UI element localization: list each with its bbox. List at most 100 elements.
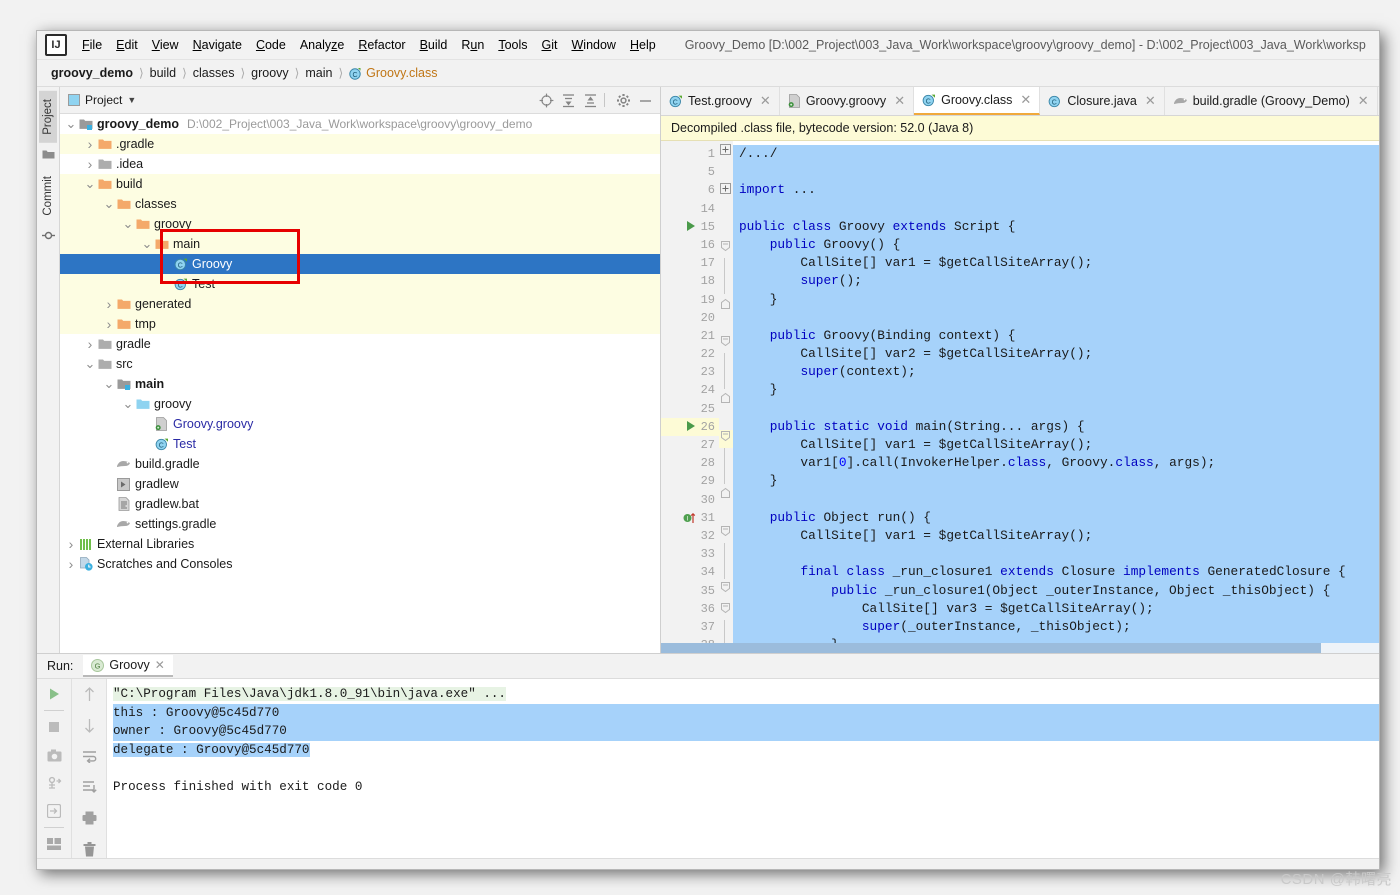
menu-item-navigate[interactable]: Navigate [186, 35, 249, 55]
menu-item-refactor[interactable]: Refactor [351, 35, 412, 55]
code-line[interactable]: } [733, 381, 1379, 400]
menu-item-tools[interactable]: Tools [491, 35, 534, 55]
tree-node--gradle[interactable]: › .gradle [60, 134, 660, 154]
code-line[interactable]: public _run_closure1(Object _outerInstan… [733, 581, 1379, 600]
breadcrumb-item-main[interactable]: main [305, 66, 332, 80]
tree-node-scratches-and-consoles[interactable]: › Scratches and Consoles [60, 554, 660, 574]
close-icon[interactable]: ✕ [1358, 93, 1369, 109]
tree-node-gradlew[interactable]: gradlew [60, 474, 660, 494]
chevron-down-icon[interactable]: ⌄ [64, 117, 78, 131]
code-line[interactable]: CallSite[] var1 = $getCallSiteArray(); [733, 436, 1379, 455]
tree-node-test[interactable]: C Test [60, 434, 660, 454]
menu-item-file[interactable]: File [75, 35, 109, 55]
breadcrumb-item-project[interactable]: groovy_demo [51, 66, 133, 80]
menu-item-run[interactable]: Run [454, 35, 491, 55]
fold-gutter[interactable] [719, 141, 733, 653]
code-line[interactable] [733, 545, 1379, 564]
tree-node-external-libraries[interactable]: › External Libraries [60, 534, 660, 554]
code-line[interactable]: super(); [733, 272, 1379, 291]
code-line[interactable]: public static void main(String... args) … [733, 417, 1379, 436]
tree-node-tmp[interactable]: › tmp [60, 314, 660, 334]
stop-icon[interactable] [45, 718, 63, 736]
code-line[interactable]: public Groovy() { [733, 235, 1379, 255]
camera-icon[interactable] [45, 746, 63, 764]
code-line[interactable]: public Object run() { [733, 508, 1379, 527]
override-method-icon[interactable]: I [683, 512, 697, 524]
code-line[interactable]: import ... [733, 181, 1379, 200]
tree-node-generated[interactable]: › generated [60, 294, 660, 314]
tree-node-gradlew-bat[interactable]: gradlew.bat [60, 494, 660, 514]
soft-wrap-icon[interactable] [80, 747, 98, 765]
menu-item-analyze[interactable]: Analyze [293, 35, 351, 55]
tree-node-build-gradle[interactable]: build.gradle [60, 454, 660, 474]
editor-tab-closure-java[interactable]: C Closure.java ✕ [1040, 87, 1165, 115]
fold-marker[interactable] [719, 335, 733, 353]
code-line[interactable]: CallSite[] var1 = $getCallSiteArray(); [733, 526, 1379, 546]
code-line[interactable]: CallSite[] var1 = $getCallSiteArray(); [733, 254, 1379, 273]
chevron-down-icon[interactable]: ▼ [127, 95, 136, 105]
tree-node-groovy[interactable]: ⌄ groovy [60, 214, 660, 234]
thread-dump-icon[interactable] [45, 774, 63, 792]
fold-marker[interactable] [719, 525, 733, 543]
expand-all-icon[interactable] [560, 92, 577, 109]
console-output[interactable]: "C:\Program Files\Java\jdk1.8.0_91\bin\j… [107, 679, 1379, 858]
close-icon[interactable]: ✕ [760, 93, 771, 109]
fold-marker[interactable] [719, 240, 733, 258]
code-line[interactable]: super(_outerInstance, _thisObject); [733, 617, 1379, 637]
export-icon[interactable] [45, 802, 63, 820]
editor-tab-build-gradle-groovy-demo-[interactable]: build.gradle (Groovy_Demo) ✕ [1165, 87, 1378, 115]
menu-item-help[interactable]: Help [623, 35, 663, 55]
code-line[interactable]: /.../ [733, 145, 1379, 164]
editor-tab-test-groovy[interactable]: C Test.groovy ✕ [661, 87, 780, 115]
run-configuration-tab[interactable]: G Groovy ✕ [83, 655, 173, 677]
tree-node-groovy[interactable]: C Groovy [60, 254, 660, 274]
code-content[interactable]: /.../ import ... public class Groovy ext… [733, 141, 1379, 653]
menu-item-view[interactable]: View [145, 35, 186, 55]
tree-node--idea[interactable]: › .idea [60, 154, 660, 174]
editor-tab-groovy-groovy[interactable]: Groovy.groovy ✕ [780, 87, 915, 115]
tree-node-build[interactable]: ⌄ build [60, 174, 660, 194]
rerun-icon[interactable] [45, 685, 63, 703]
code-line[interactable] [733, 199, 1379, 218]
code-line[interactable] [733, 163, 1379, 182]
menu-item-window[interactable]: Window [564, 35, 622, 55]
code-line[interactable]: var1[0].call(InvokerHelper.class, Groovy… [733, 454, 1379, 473]
run-gutter-icon[interactable] [687, 420, 695, 431]
code-line[interactable] [733, 308, 1379, 327]
fold-marker[interactable] [719, 297, 733, 315]
tree-node-classes[interactable]: ⌄ classes [60, 194, 660, 214]
sidebar-item-project[interactable]: Project [39, 91, 57, 143]
code-line[interactable]: public Groovy(Binding context) { [733, 326, 1379, 346]
code-line[interactable]: CallSite[] var2 = $getCallSiteArray(); [733, 345, 1379, 364]
down-arrow-icon[interactable] [80, 716, 98, 734]
menu-item-edit[interactable]: Edit [109, 35, 145, 55]
close-icon[interactable]: ✕ [894, 93, 905, 109]
fold-marker[interactable] [719, 581, 733, 599]
menu-item-code[interactable]: Code [249, 35, 293, 55]
chevron-down-icon[interactable]: ⌄ [83, 177, 97, 191]
chevron-right-icon[interactable]: › [83, 156, 97, 172]
chevron-down-icon[interactable]: ⌄ [140, 237, 154, 251]
up-arrow-icon[interactable] [80, 685, 98, 703]
close-icon[interactable]: ✕ [155, 658, 165, 672]
breadcrumb-item-classes[interactable]: classes [193, 66, 235, 80]
code-line[interactable]: public class Groovy extends Script { [733, 217, 1379, 236]
tree-node-src[interactable]: ⌄ src [60, 354, 660, 374]
chevron-right-icon[interactable]: › [102, 296, 116, 312]
chevron-down-icon[interactable]: ⌄ [102, 377, 116, 391]
tree-node-groovy[interactable]: ⌄ groovy [60, 394, 660, 414]
run-gutter-icon[interactable] [687, 220, 695, 231]
locate-icon[interactable] [538, 92, 555, 109]
editor-tab-groovy-class[interactable]: C Groovy.class ✕ [914, 87, 1041, 115]
code-line[interactable] [733, 490, 1379, 509]
scrollbar-thumb[interactable] [661, 643, 1321, 653]
fold-marker[interactable] [719, 429, 733, 448]
code-line[interactable]: } [733, 290, 1379, 309]
tree-node-settings-gradle[interactable]: settings.gradle [60, 514, 660, 534]
editor-horizontal-scrollbar[interactable] [661, 643, 1379, 653]
code-line[interactable]: super(context); [733, 363, 1379, 382]
chevron-right-icon[interactable]: › [102, 316, 116, 332]
fold-marker[interactable] [719, 486, 733, 504]
code-line[interactable]: CallSite[] var3 = $getCallSiteArray(); [733, 599, 1379, 618]
close-icon[interactable]: ✕ [1145, 93, 1156, 109]
